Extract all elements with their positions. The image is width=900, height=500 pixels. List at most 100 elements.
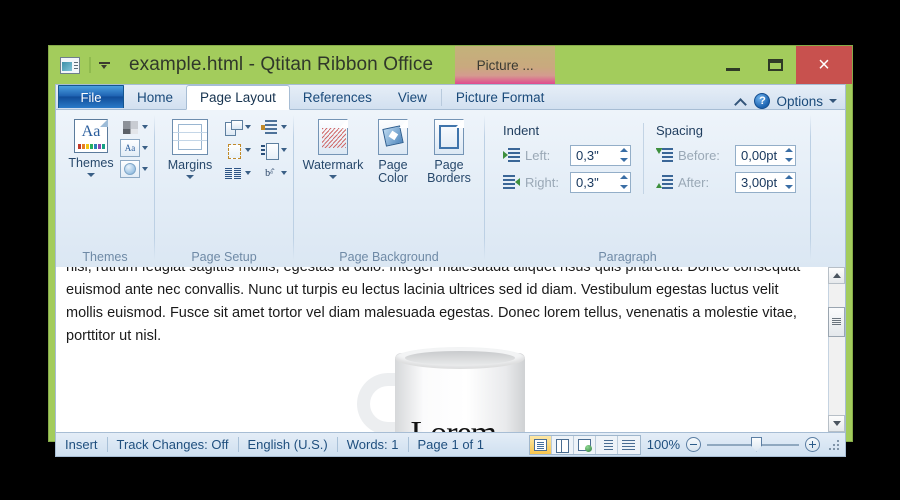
line-numbers-caret[interactable]	[281, 148, 287, 152]
tab-page-layout[interactable]: Page Layout	[186, 85, 290, 110]
tab-picture-format[interactable]: Picture Format	[443, 85, 558, 109]
indent-left-spin-arrows[interactable]	[617, 146, 630, 165]
scroll-down-arrow[interactable]	[828, 415, 845, 432]
tab-page-layout-label: Page Layout	[200, 90, 276, 105]
scroll-up-arrow[interactable]	[828, 267, 845, 284]
tab-references[interactable]: References	[290, 85, 385, 109]
status-word-count[interactable]: Words: 1	[338, 437, 408, 452]
breaks-caret[interactable]	[281, 125, 287, 129]
app-window-icon[interactable]	[60, 56, 80, 74]
group-label-page-setup: Page Setup	[191, 250, 257, 264]
caret-down-icon[interactable]	[829, 99, 837, 103]
outline-icon	[599, 439, 613, 451]
view-print-layout-button[interactable]	[529, 435, 552, 454]
indent-left-label: Left:	[525, 147, 551, 163]
watermark-icon	[318, 119, 348, 155]
indent-right-row: Right: 0,3"	[503, 171, 631, 193]
indent-right-stepper[interactable]: 0,3"	[570, 171, 631, 193]
spacing-after-spin-arrows[interactable]	[782, 173, 795, 192]
zoom-out-icon[interactable]	[686, 437, 701, 452]
paragraph-inner-divider	[643, 123, 644, 194]
indent-left-stepper[interactable]: 0,3"	[570, 144, 631, 166]
size-button[interactable]	[223, 141, 243, 159]
view-outline-button[interactable]	[596, 435, 618, 454]
tab-file[interactable]: File	[58, 85, 124, 108]
tab-home[interactable]: Home	[124, 85, 186, 109]
full-screen-reading-icon	[555, 438, 569, 453]
document-image[interactable]: Lorem	[56, 347, 828, 432]
spacing-heading: Spacing	[656, 123, 703, 138]
hyphenation-button[interactable]: bᵃ̂	[259, 164, 279, 182]
breaks-icon	[261, 119, 277, 135]
zoom-slider-thumb[interactable]	[751, 436, 762, 452]
coffee-mug-image: Lorem	[355, 347, 530, 432]
orientation-button[interactable]	[223, 118, 243, 136]
help-icon[interactable]: ?	[754, 93, 771, 109]
page-color-button[interactable]: Page Color	[368, 116, 418, 185]
theme-effects-caret[interactable]	[142, 167, 148, 171]
view-draft-button[interactable]	[618, 436, 640, 454]
columns-button[interactable]	[223, 164, 243, 182]
line-numbers-button[interactable]	[259, 141, 279, 160]
page-size-icon	[225, 143, 241, 159]
page-setup-small-buttons: bᵃ̂	[223, 116, 287, 182]
tab-separator	[440, 88, 442, 106]
indent-left-value[interactable]: 0,3"	[571, 146, 617, 165]
columns-caret[interactable]	[245, 171, 251, 175]
color-block-icon	[122, 120, 138, 134]
view-full-screen-reading-button[interactable]	[552, 435, 574, 454]
hyphenation-caret[interactable]	[281, 171, 287, 175]
scroll-thumb[interactable]	[828, 307, 845, 337]
tab-view[interactable]: View	[385, 85, 440, 109]
size-caret[interactable]	[245, 148, 251, 152]
watermark-dropdown-caret[interactable]	[329, 175, 337, 179]
page-borders-button[interactable]: Page Borders	[422, 116, 476, 185]
status-language[interactable]: English (U.S.)	[239, 437, 337, 452]
status-track-changes[interactable]: Track Changes: Off	[108, 437, 238, 452]
maximize-button[interactable]	[754, 52, 796, 78]
theme-effects-button[interactable]	[120, 160, 140, 178]
themes-button[interactable]: Aa Themes	[62, 116, 120, 177]
view-web-layout-button[interactable]	[574, 435, 596, 454]
theme-fonts-button[interactable]: Aa	[120, 139, 140, 157]
zoom-level-label[interactable]: 100%	[647, 437, 680, 452]
watermark-button[interactable]: Watermark	[302, 116, 364, 179]
margins-dropdown-caret[interactable]	[186, 175, 194, 179]
status-page-number[interactable]: Page 1 of 1	[409, 437, 494, 452]
font-aa-icon: Aa	[124, 143, 136, 153]
indent-right-icon	[503, 175, 520, 189]
zoom-in-icon[interactable]	[805, 437, 820, 452]
chevron-up-icon[interactable]	[734, 94, 748, 108]
breaks-button[interactable]	[259, 118, 279, 136]
resize-grip-icon[interactable]	[828, 439, 839, 450]
options-button[interactable]: Options	[776, 94, 823, 109]
indent-right-value[interactable]: 0,3"	[571, 173, 617, 192]
indent-right-label: Right:	[525, 174, 559, 190]
spacing-before-stepper[interactable]: 0,00pt	[735, 144, 797, 166]
document-page[interactable]: nisl, rutrum feugiat sagittis mollis, eg…	[56, 267, 828, 432]
theme-fonts-caret[interactable]	[142, 146, 148, 150]
theme-colors-caret[interactable]	[142, 125, 148, 129]
themes-small-buttons: Aa	[120, 116, 148, 178]
theme-colors-button[interactable]	[120, 118, 140, 136]
themes-dropdown-caret[interactable]	[87, 173, 95, 177]
minimize-button[interactable]	[712, 52, 754, 78]
tab-home-label: Home	[137, 89, 174, 105]
spacing-after-stepper[interactable]: 3,00pt	[735, 171, 797, 193]
spacing-after-value[interactable]: 3,00pt	[736, 173, 782, 192]
zoom-slider[interactable]	[707, 436, 799, 452]
spacing-before-value[interactable]: 0,00pt	[736, 146, 782, 165]
orientation-caret[interactable]	[245, 125, 251, 129]
contextual-tab-picture[interactable]: Picture ...	[455, 46, 556, 84]
margins-button[interactable]: Margins	[161, 116, 219, 179]
spacing-before-spin-arrows[interactable]	[782, 146, 795, 165]
close-button[interactable]: ×	[796, 46, 852, 84]
effects-circle-icon	[124, 163, 136, 175]
vertical-scrollbar[interactable]	[828, 267, 845, 432]
window-title: example.html - Qtitan Ribbon Office	[129, 54, 434, 75]
chevron-down-icon[interactable]	[98, 59, 111, 72]
themes-button-label: Themes	[68, 156, 114, 170]
indent-right-spin-arrows[interactable]	[617, 173, 630, 192]
indent-section: Indent Left: 0,3" Right: 0,3"	[495, 123, 639, 198]
status-insert-mode[interactable]: Insert	[56, 437, 107, 452]
